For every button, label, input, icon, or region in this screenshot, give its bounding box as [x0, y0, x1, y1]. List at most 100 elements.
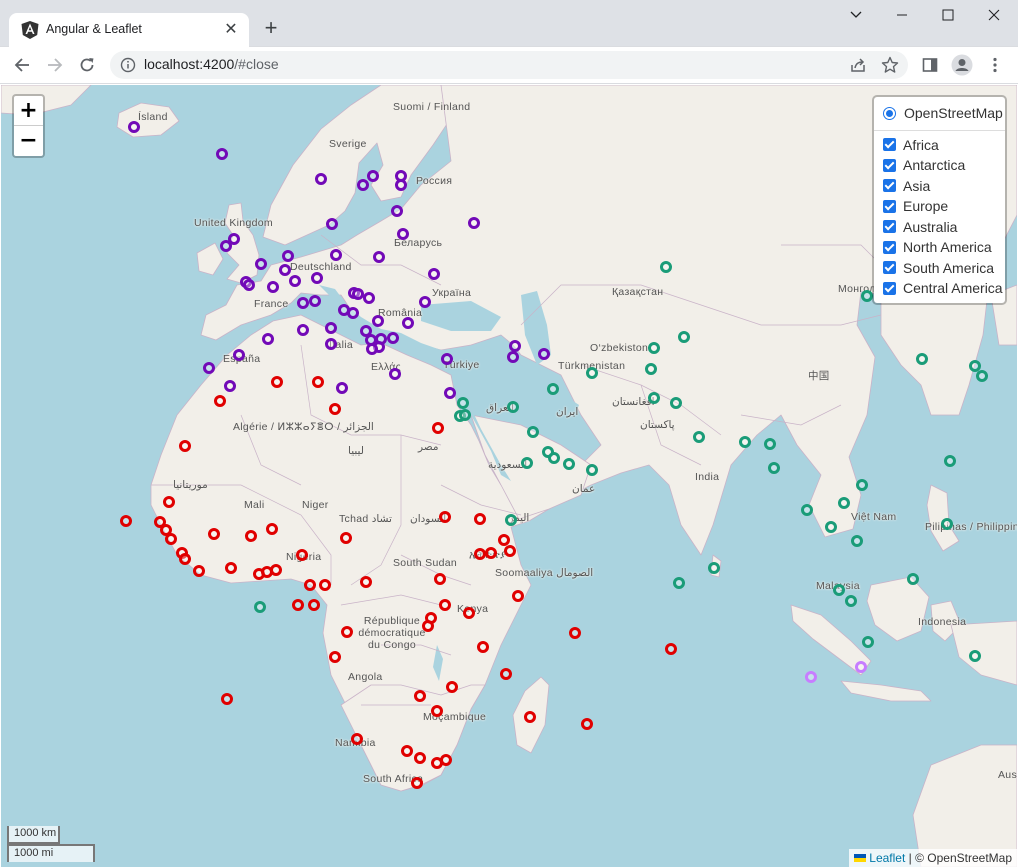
marker-africa[interactable] [504, 545, 516, 557]
marker-asia[interactable] [833, 584, 845, 596]
leaflet-link[interactable]: Leaflet [869, 851, 905, 865]
marker-europe[interactable] [444, 387, 456, 399]
reload-button[interactable] [73, 51, 101, 79]
marker-australia[interactable] [805, 671, 817, 683]
side-panel-icon[interactable] [918, 53, 942, 77]
marker-europe[interactable] [228, 233, 240, 245]
marker-europe[interactable] [507, 351, 519, 363]
marker-africa[interactable] [312, 376, 324, 388]
checkbox-icon[interactable] [883, 261, 896, 275]
marker-africa[interactable] [179, 440, 191, 452]
marker-europe[interactable] [389, 368, 401, 380]
marker-africa[interactable] [401, 745, 413, 757]
marker-europe[interactable] [373, 251, 385, 263]
marker-asia[interactable] [548, 452, 560, 464]
marker-africa[interactable] [221, 693, 233, 705]
marker-europe[interactable] [325, 338, 337, 350]
marker-europe[interactable] [468, 217, 480, 229]
checkbox-icon[interactable] [883, 281, 896, 295]
marker-africa[interactable] [463, 607, 475, 619]
marker-asia[interactable] [645, 363, 657, 375]
zoom-out-button[interactable]: − [14, 126, 43, 156]
marker-africa[interactable] [439, 599, 451, 611]
marker-europe[interactable] [372, 315, 384, 327]
marker-europe[interactable] [224, 380, 236, 392]
marker-africa[interactable] [329, 403, 341, 415]
marker-africa[interactable] [477, 641, 489, 653]
marker-australia[interactable] [855, 661, 867, 673]
maximize-icon[interactable] [925, 0, 971, 30]
marker-europe[interactable] [297, 297, 309, 309]
tab-search-chevron-icon[interactable] [833, 0, 879, 30]
overlay-option[interactable]: Australia [883, 217, 997, 238]
marker-africa[interactable] [422, 620, 434, 632]
marker-asia[interactable] [693, 431, 705, 443]
marker-asia[interactable] [459, 409, 471, 421]
close-window-icon[interactable] [971, 0, 1017, 30]
marker-asia[interactable] [586, 464, 598, 476]
minimize-icon[interactable] [879, 0, 925, 30]
new-tab-button[interactable]: + [258, 16, 284, 42]
marker-europe[interactable] [387, 332, 399, 344]
marker-africa[interactable] [360, 576, 372, 588]
close-tab-icon[interactable]: ✕ [221, 20, 241, 40]
marker-africa[interactable] [225, 562, 237, 574]
marker-europe[interactable] [347, 307, 359, 319]
marker-asia[interactable] [648, 342, 660, 354]
marker-europe[interactable] [336, 382, 348, 394]
overlay-option[interactable]: North America [883, 237, 997, 258]
marker-africa[interactable] [292, 599, 304, 611]
marker-africa[interactable] [524, 711, 536, 723]
marker-africa[interactable] [439, 511, 451, 523]
marker-asia[interactable] [845, 595, 857, 607]
kebab-menu-icon[interactable] [983, 53, 1007, 77]
marker-africa[interactable] [414, 752, 426, 764]
marker-africa[interactable] [340, 532, 352, 544]
marker-africa[interactable] [485, 547, 497, 559]
overlay-option[interactable]: Central America [883, 278, 1003, 299]
marker-asia[interactable] [678, 331, 690, 343]
marker-europe[interactable] [428, 268, 440, 280]
marker-asia[interactable] [254, 601, 266, 613]
marker-africa[interactable] [179, 553, 191, 565]
marker-asia[interactable] [764, 438, 776, 450]
marker-africa[interactable] [512, 590, 524, 602]
marker-africa[interactable] [165, 533, 177, 545]
marker-europe[interactable] [363, 292, 375, 304]
marker-asia[interactable] [521, 457, 533, 469]
marker-europe[interactable] [309, 295, 321, 307]
marker-asia[interactable] [944, 455, 956, 467]
marker-europe[interactable] [128, 121, 140, 133]
marker-europe[interactable] [282, 250, 294, 262]
marker-asia[interactable] [838, 497, 850, 509]
marker-europe[interactable] [357, 179, 369, 191]
marker-africa[interactable] [193, 565, 205, 577]
marker-africa[interactable] [270, 564, 282, 576]
marker-africa[interactable] [500, 668, 512, 680]
marker-asia[interactable] [673, 577, 685, 589]
marker-asia[interactable] [941, 518, 953, 530]
checkbox-icon[interactable] [883, 179, 896, 193]
marker-africa[interactable] [341, 626, 353, 638]
marker-asia[interactable] [670, 397, 682, 409]
marker-africa[interactable] [308, 599, 320, 611]
overlay-option[interactable]: South America [883, 258, 997, 279]
marker-europe[interactable] [325, 322, 337, 334]
marker-asia[interactable] [916, 353, 928, 365]
marker-asia[interactable] [851, 535, 863, 547]
marker-europe[interactable] [279, 264, 291, 276]
marker-asia[interactable] [801, 504, 813, 516]
marker-africa[interactable] [245, 530, 257, 542]
zoom-in-button[interactable]: + [14, 96, 43, 126]
marker-africa[interactable] [581, 718, 593, 730]
radio-button-icon[interactable] [883, 106, 896, 120]
marker-europe[interactable] [326, 218, 338, 230]
profile-icon[interactable] [950, 53, 974, 77]
marker-asia[interactable] [648, 392, 660, 404]
marker-africa[interactable] [271, 376, 283, 388]
marker-asia[interactable] [505, 514, 517, 526]
marker-africa[interactable] [208, 528, 220, 540]
marker-asia[interactable] [527, 426, 539, 438]
checkbox-icon[interactable] [883, 158, 896, 172]
marker-africa[interactable] [214, 395, 226, 407]
